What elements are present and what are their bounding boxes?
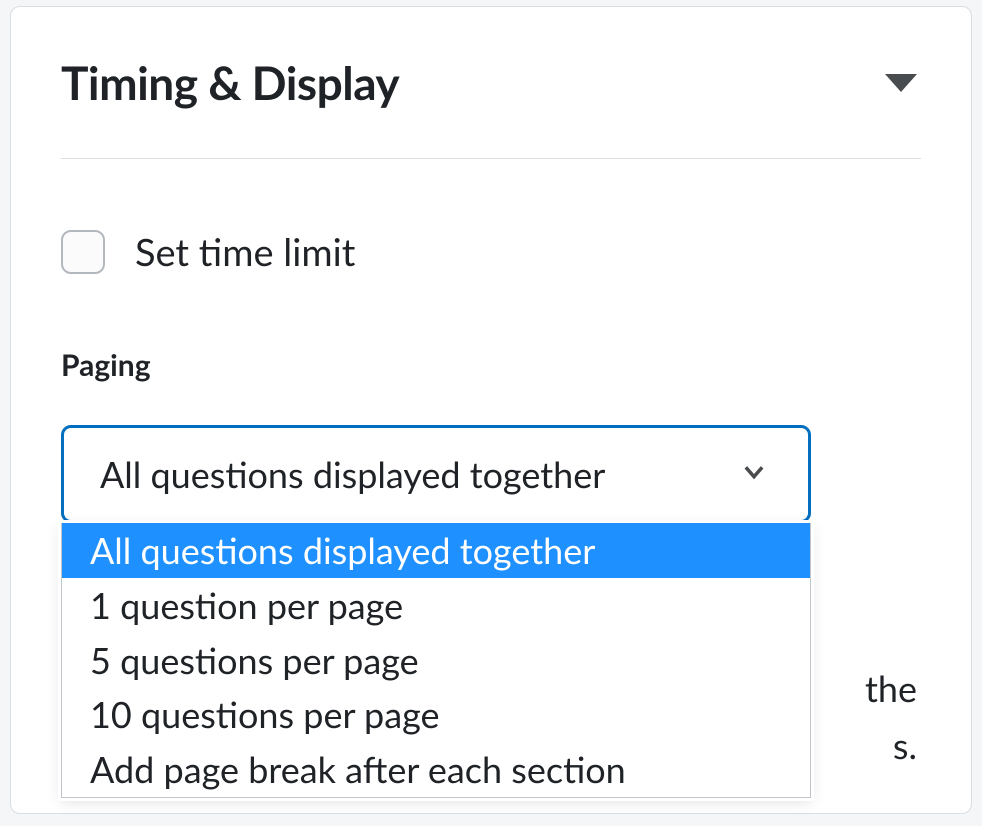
paging-select-value: All questions displayed together xyxy=(100,452,605,496)
set-time-limit-label: Set time limit xyxy=(135,229,355,275)
paging-option-10-per-page[interactable]: 10 questions per page xyxy=(62,687,810,742)
paging-label: Paging xyxy=(61,347,921,383)
paging-option-page-break-section[interactable]: Add page break after each section xyxy=(62,742,810,797)
paging-select[interactable]: All questions displayed together xyxy=(61,425,811,523)
paging-option-1-per-page[interactable]: 1 question per page xyxy=(62,578,810,633)
section-title: Timing & Display xyxy=(61,55,399,110)
set-time-limit-checkbox[interactable] xyxy=(61,230,105,274)
paging-option-5-per-page[interactable]: 5 questions per page xyxy=(62,633,810,688)
collapse-caret-icon xyxy=(885,74,917,92)
section-header[interactable]: Timing & Display xyxy=(61,55,921,159)
paging-dropdown-list: All questions displayed together 1 quest… xyxy=(61,523,811,798)
paging-option-all-together[interactable]: All questions displayed together xyxy=(62,523,810,578)
chevron-down-icon xyxy=(740,458,768,490)
set-time-limit-row[interactable]: Set time limit xyxy=(61,229,921,275)
obscured-help-text: the s. xyxy=(865,660,917,775)
timing-display-panel: Timing & Display Set time limit Paging t… xyxy=(10,6,972,814)
paging-select-wrapper: All questions displayed together All que… xyxy=(61,425,811,523)
